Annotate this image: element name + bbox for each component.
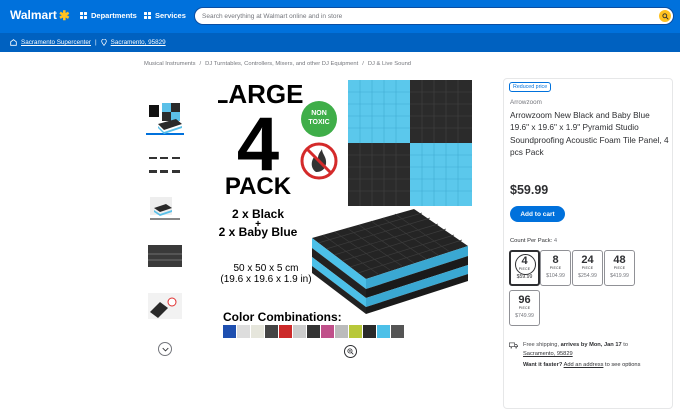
- shipping-location-link[interactable]: Sacramento, 95829: [523, 351, 573, 357]
- breadcrumb-item[interactable]: Musical Instruments: [144, 61, 196, 67]
- walmart-logo[interactable]: Walmart ✱: [10, 8, 70, 22]
- separator: |: [95, 39, 97, 46]
- arrival-date: arrives by Mon, Jan 17: [560, 342, 622, 348]
- pack-text: PACK: [225, 173, 292, 200]
- color-swatches: [223, 325, 404, 338]
- combos-label: Color Combinations:: [223, 310, 342, 324]
- grid-icon: [80, 12, 87, 19]
- add-to-cart-button[interactable]: Add to cart: [510, 206, 565, 222]
- pack-option-96[interactable]: 96 PIECE $749.99: [509, 290, 540, 326]
- size-in: (19.6 x 19.6 x 1.9 in): [220, 274, 311, 285]
- count-label-text: Count Per Pack:: [510, 238, 553, 244]
- no-fire-icon: [300, 142, 338, 180]
- departments-label: Departments: [91, 11, 137, 20]
- store-icon: [10, 39, 17, 46]
- thumbnail-4[interactable]: [146, 241, 184, 274]
- product-image: NON TOXIC LARGE 4 PACK 2 x Black + 2 x B…: [213, 79, 472, 338]
- thumbnails-down-button[interactable]: [158, 342, 172, 356]
- product-price: $59.99: [510, 183, 549, 197]
- option-price: $419.99: [610, 273, 629, 279]
- thumbnail-2[interactable]: [146, 148, 184, 181]
- option-price: $254.99: [578, 273, 597, 279]
- add-address-link[interactable]: Add an address: [564, 362, 604, 368]
- chevron-down-icon: [161, 347, 169, 352]
- to-text: to: [623, 342, 628, 348]
- services-label: Services: [155, 11, 186, 20]
- services-button[interactable]: Services: [144, 11, 186, 20]
- option-unit: PIECE: [518, 306, 531, 310]
- option-price: $104.99: [546, 273, 565, 279]
- breadcrumb-separator: /: [199, 61, 202, 67]
- product-main-image[interactable]: NON TOXIC LARGE 4 PACK 2 x Black + 2 x B…: [213, 78, 490, 340]
- size-cm: 50 x 50 x 5 cm: [233, 263, 298, 274]
- breadcrumb: Musical Instruments / DJ Turntables, Con…: [144, 61, 411, 67]
- search-icon: [661, 12, 669, 20]
- count-label-value: 4: [553, 238, 558, 244]
- pack-option-48[interactable]: 48 PIECE $419.99: [604, 250, 635, 286]
- option-count: 24: [581, 254, 594, 266]
- non-toxic-line2: TOXIC: [308, 119, 329, 126]
- selected-ring: [515, 254, 536, 275]
- top-navigation-bar: Walmart ✱ Departments Services: [0, 0, 680, 33]
- thumbnail-5[interactable]: [146, 290, 184, 323]
- option-price: $749.99: [515, 313, 534, 319]
- blue-count: 2 x Baby Blue: [219, 225, 298, 239]
- logo-text: Walmart: [10, 8, 57, 22]
- breadcrumb-item[interactable]: DJ & Live Sound: [368, 61, 411, 67]
- free-shipping-text: Free shipping,: [523, 342, 560, 348]
- reduced-price-badge: Reduced price: [509, 82, 552, 92]
- pack-option-24[interactable]: 24 PIECE $254.99: [572, 250, 603, 286]
- want-faster-text: Want it faster?: [523, 362, 563, 368]
- foam-tiles-grid: [348, 80, 472, 206]
- pack-option-4[interactable]: 4 PIECE $59.99: [509, 250, 540, 286]
- store-link[interactable]: Sacramento Supercenter: [21, 39, 91, 46]
- thumbnail-3[interactable]: [146, 194, 184, 227]
- brand-link[interactable]: Arrowzoom: [510, 99, 542, 106]
- option-unit: PIECE: [581, 266, 594, 270]
- option-unit: PIECE: [549, 266, 562, 270]
- non-toxic-line1: NON: [311, 110, 327, 117]
- search-bar: [194, 7, 674, 25]
- count-per-pack-label: Count Per Pack: 4: [510, 238, 557, 244]
- grid-icon: [144, 12, 151, 19]
- option-count: 8: [552, 254, 559, 266]
- breadcrumb-item[interactable]: DJ Turntables, Controllers, Mixers, and …: [205, 61, 358, 67]
- faster-delivery-row: Want it faster? Add an address to see op…: [523, 362, 640, 368]
- zoom-icon: [347, 348, 354, 355]
- location-pin-icon: [100, 39, 107, 46]
- see-options-text: to see options: [605, 362, 641, 368]
- option-count: 96: [518, 294, 531, 306]
- foam-stack: [312, 209, 468, 314]
- departments-button[interactable]: Departments: [80, 11, 137, 20]
- zip-link[interactable]: Sacramento, 95829: [111, 39, 166, 46]
- search-button[interactable]: [659, 10, 671, 22]
- shipping-info: Free shipping, arrives by Mon, Jan 17 to: [523, 342, 628, 348]
- product-title: Arrowzoom New Black and Baby Blue 19.6" …: [510, 110, 669, 157]
- spark-icon: ✱: [58, 7, 70, 23]
- truck-icon: [509, 342, 518, 349]
- thumbnail-1[interactable]: [146, 102, 184, 135]
- search-input[interactable]: [195, 12, 635, 20]
- zoom-button[interactable]: [344, 345, 357, 358]
- option-count: 48: [613, 254, 626, 266]
- store-bar: Sacramento Supercenter | Sacramento, 958…: [0, 33, 680, 52]
- breadcrumb-separator: /: [362, 61, 364, 67]
- pack-option-8[interactable]: 8 PIECE $104.99: [540, 250, 571, 286]
- option-unit: PIECE: [613, 266, 626, 270]
